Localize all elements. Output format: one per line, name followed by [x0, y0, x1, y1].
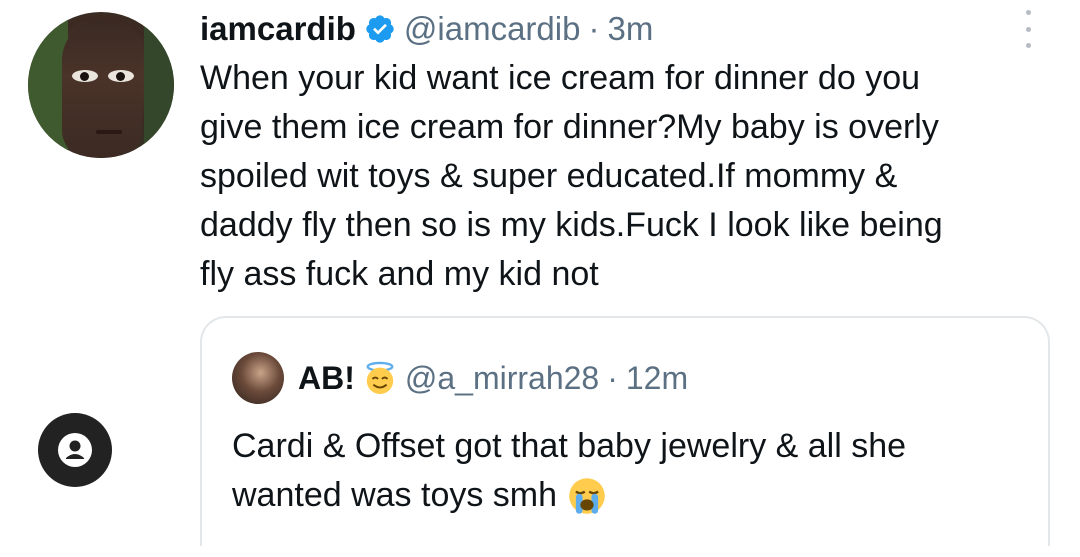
quoted-author-display-name: AB!: [298, 359, 355, 396]
quoted-tweet-card[interactable]: AB! @a_mirrah28 · 12m Cardi & Offset got…: [200, 316, 1050, 546]
quoted-text-line: wanted was toys smh: [232, 471, 1032, 520]
separator-dot: ·: [588, 10, 600, 47]
quoted-text-line: Cardi & Offset got that baby jewelry & a…: [232, 422, 1032, 471]
tweet-text-line: fly ass fuck and my kid not: [200, 255, 599, 293]
tweet-header: iamcardib @iamcardib · 3m: [200, 8, 653, 50]
quoted-tweet-body: Cardi & Offset got that baby jewelry & a…: [232, 422, 1032, 520]
more-vertical-icon[interactable]: [1018, 10, 1038, 48]
tweet-body: When your kid want ice cream for dinner …: [200, 54, 1040, 299]
tweet-text-line: spoiled wit toys & super educated.If mom…: [200, 157, 898, 195]
quoted-text-line-content: Cardi & Offset got that baby jewelry & a…: [232, 427, 907, 465]
verified-badge-icon: [366, 15, 394, 43]
separator-dot: ·: [607, 359, 618, 396]
smiling-face-with-halo-icon: [366, 361, 394, 395]
tweet-text-line: give them ice cream for dinner?My baby i…: [200, 108, 939, 146]
tweet-timestamp[interactable]: 3m: [607, 10, 653, 48]
loudly-crying-face-icon: [569, 477, 605, 514]
quoted-author-avatar: [232, 352, 284, 404]
tweet-text-line: daddy fly then so is my kids.Fuck I look…: [200, 206, 943, 244]
quoted-text-line-content: wanted was toys smh: [232, 476, 558, 514]
quoted-tweet-header: AB! @a_mirrah28 · 12m: [298, 356, 688, 400]
user-profile-icon: [58, 433, 92, 467]
quoted-author-handle: @a_mirrah28: [404, 359, 600, 396]
tweet-text-line: When your kid want ice cream for dinner …: [200, 59, 921, 97]
quoted-tweet-timestamp: 12m: [625, 359, 689, 396]
user-profile-button[interactable]: [38, 413, 112, 487]
author-display-name[interactable]: iamcardib: [200, 10, 356, 48]
author-avatar[interactable]: [28, 12, 174, 158]
author-handle[interactable]: @iamcardib: [404, 10, 581, 48]
